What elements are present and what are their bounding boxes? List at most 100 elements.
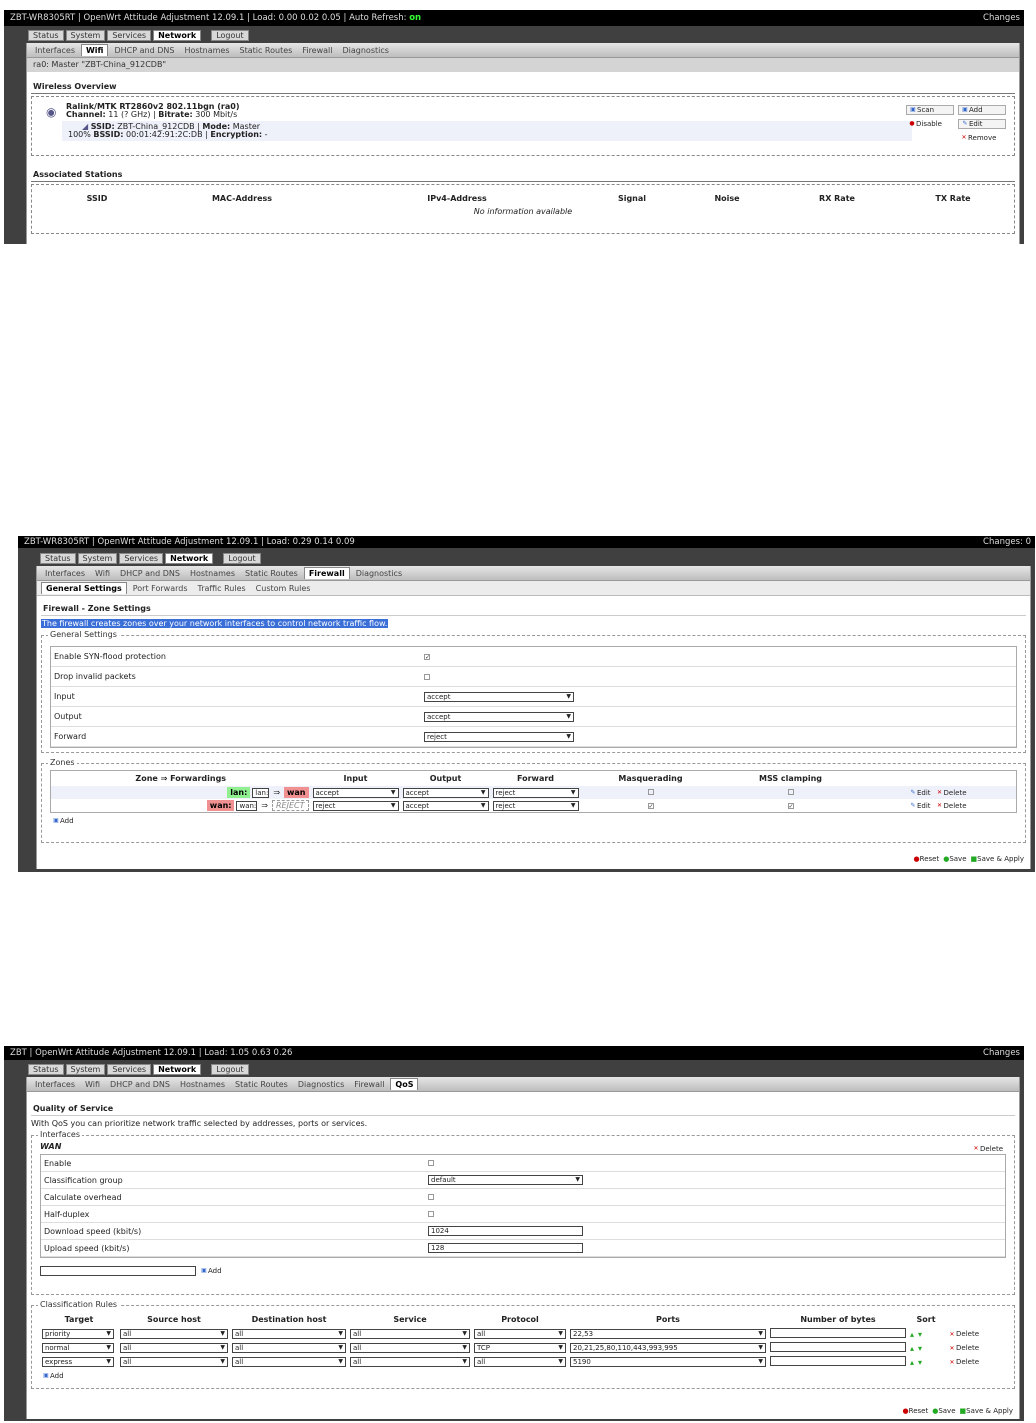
tab-services[interactable]: Services: [107, 1064, 152, 1075]
zone-edit-button[interactable]: ✎ Edit: [907, 801, 934, 811]
rule-src-select[interactable]: all: [120, 1343, 228, 1353]
subtab-interfaces[interactable]: Interfaces: [41, 568, 89, 579]
zone-delete-button[interactable]: ✕ Delete: [934, 801, 970, 811]
edit-button[interactable]: ✎ Edit: [958, 119, 1006, 129]
zone-mss-checkbox[interactable]: [787, 789, 794, 795]
s2-gs-rows-select[interactable]: accept: [424, 711, 574, 722]
rule-src-select[interactable]: all: [120, 1357, 228, 1367]
subtab-wifi[interactable]: Wifi: [81, 1079, 104, 1090]
rule-dst-select[interactable]: all: [232, 1329, 346, 1339]
s2-gs-rows-checkbox[interactable]: ✓: [424, 653, 430, 660]
zone-output-select[interactable]: accept: [402, 800, 489, 811]
rule-ports-select[interactable]: 5190: [570, 1357, 766, 1367]
zone-mss-checkbox[interactable]: ✓: [787, 803, 794, 810]
sort-up-icon[interactable]: ▴: [910, 1330, 914, 1339]
subtab-diagnostics[interactable]: Diagnostics: [339, 45, 393, 56]
subtab-static-routes[interactable]: Static Routes: [231, 1079, 292, 1090]
subtab-wifi[interactable]: Wifi: [80, 44, 109, 56]
zone-input-select[interactable]: reject: [312, 800, 399, 811]
subtab-firewall[interactable]: Firewall: [350, 1079, 388, 1090]
subtab-dhcp[interactable]: DHCP and DNS: [110, 45, 178, 56]
disable-button[interactable]: ● Disable: [906, 119, 954, 129]
save-apply-button[interactable]: ■Save & Apply: [960, 1407, 1013, 1415]
save-button[interactable]: ●Save: [932, 1407, 955, 1415]
tab-status[interactable]: Status: [28, 30, 64, 41]
s3-if-rows-checkbox[interactable]: [428, 1160, 434, 1166]
tab-system[interactable]: System: [65, 30, 106, 41]
tab-logout[interactable]: Logout: [223, 553, 261, 564]
rule-svc-select[interactable]: all: [350, 1357, 470, 1367]
changes-link[interactable]: Changes: 0: [983, 536, 1031, 548]
zone-input-select[interactable]: accept: [312, 787, 399, 798]
zone-edit-button[interactable]: ✎ Edit: [907, 788, 934, 798]
zone-masq-checkbox[interactable]: [647, 789, 654, 795]
subtab-hostnames[interactable]: Hostnames: [186, 568, 239, 579]
tab-status[interactable]: Status: [40, 553, 76, 564]
subtab-firewall[interactable]: Firewall: [298, 45, 336, 56]
changes-link[interactable]: Changes: [983, 10, 1020, 26]
zone-name-badge[interactable]: wan:: [206, 800, 235, 811]
save-apply-button[interactable]: ■Save & Apply: [971, 855, 1024, 863]
zone-forward-select[interactable]: reject: [492, 787, 579, 798]
subtab-hostnames[interactable]: Hostnames: [180, 45, 233, 56]
subtab-hostnames[interactable]: Hostnames: [176, 1079, 229, 1090]
rule-dst-select[interactable]: all: [232, 1343, 346, 1353]
subtab-static-routes[interactable]: Static Routes: [236, 45, 297, 56]
add-interface-button[interactable]: ▣ Add: [198, 1266, 225, 1276]
changes-link[interactable]: Changes: [983, 1046, 1020, 1060]
rule-proto-select[interactable]: all: [474, 1357, 566, 1367]
zone-forward-select[interactable]: reject: [492, 800, 579, 811]
new-interface-input[interactable]: [40, 1266, 196, 1276]
auto-refresh-on[interactable]: on: [409, 13, 421, 23]
s3-if-rows-input[interactable]: 128: [428, 1243, 583, 1253]
subtab-interfaces[interactable]: Interfaces: [31, 1079, 79, 1090]
tab-system[interactable]: System: [77, 553, 118, 564]
tab-general-settings[interactable]: General Settings: [41, 582, 127, 594]
tab-traffic-rules[interactable]: Traffic Rules: [194, 583, 250, 594]
tab-services[interactable]: Services: [119, 553, 164, 564]
wifi-info-line[interactable]: ra0: Master "ZBT-China_912CDB": [27, 58, 1019, 72]
subtab-interfaces[interactable]: Interfaces: [31, 45, 79, 56]
rule-ports-select[interactable]: 20,21,25,80,110,443,993,995: [570, 1343, 766, 1353]
reset-button[interactable]: ●Reset: [903, 1407, 929, 1415]
s3-if-rows-checkbox[interactable]: [428, 1194, 434, 1200]
rule-svc-select[interactable]: all: [350, 1343, 470, 1353]
add-button[interactable]: ▣ Add: [958, 105, 1006, 115]
subtab-dhcp[interactable]: DHCP and DNS: [106, 1079, 174, 1090]
subtab-static-routes[interactable]: Static Routes: [241, 568, 302, 579]
sort-up-icon[interactable]: ▴: [910, 1344, 914, 1353]
s2-gs-rows-select[interactable]: accept: [424, 691, 574, 702]
rule-delete-button[interactable]: ✕ Delete: [946, 1358, 982, 1368]
remove-button[interactable]: ✕ Remove: [958, 133, 1006, 143]
rule-dst-select[interactable]: all: [232, 1357, 346, 1367]
zone-name-badge[interactable]: lan:: [227, 787, 251, 798]
rule-bytes-input[interactable]: [770, 1328, 906, 1338]
sort-down-icon[interactable]: ▾: [918, 1330, 922, 1339]
tab-system[interactable]: System: [65, 1064, 106, 1075]
rule-proto-select[interactable]: all: [474, 1329, 566, 1339]
add-zone-button[interactable]: ▣ Add: [50, 816, 77, 826]
s3-if-rows-input[interactable]: 1024: [428, 1226, 583, 1236]
rule-target-select[interactable]: priority: [42, 1329, 114, 1339]
subtab-wifi[interactable]: Wifi: [91, 568, 114, 579]
scan-button[interactable]: ▣ Scan: [906, 105, 954, 115]
rule-delete-button[interactable]: ✕ Delete: [946, 1344, 982, 1354]
s3-if-rows-select[interactable]: default: [428, 1175, 583, 1185]
reset-button[interactable]: ●Reset: [914, 855, 940, 863]
add-rule-button[interactable]: ▣ Add: [40, 1371, 67, 1381]
rule-ports-select[interactable]: 22,53: [570, 1329, 766, 1339]
sort-down-icon[interactable]: ▾: [918, 1358, 922, 1367]
subtab-diagnostics[interactable]: Diagnostics: [294, 1079, 348, 1090]
s2-gs-rows-checkbox[interactable]: [424, 673, 430, 680]
save-button[interactable]: ●Save: [943, 855, 966, 863]
subtab-qos[interactable]: QoS: [390, 1078, 419, 1090]
s3-if-rows-checkbox[interactable]: [428, 1211, 434, 1217]
rule-bytes-input[interactable]: [770, 1342, 906, 1352]
tab-network[interactable]: Network: [153, 1064, 202, 1075]
subtab-dhcp[interactable]: DHCP and DNS: [116, 568, 184, 579]
rule-proto-select[interactable]: TCP: [474, 1343, 566, 1353]
rule-svc-select[interactable]: all: [350, 1329, 470, 1339]
zone-masq-checkbox[interactable]: ✓: [647, 803, 654, 810]
tab-network[interactable]: Network: [165, 553, 214, 564]
rule-target-select[interactable]: normal: [42, 1343, 114, 1353]
